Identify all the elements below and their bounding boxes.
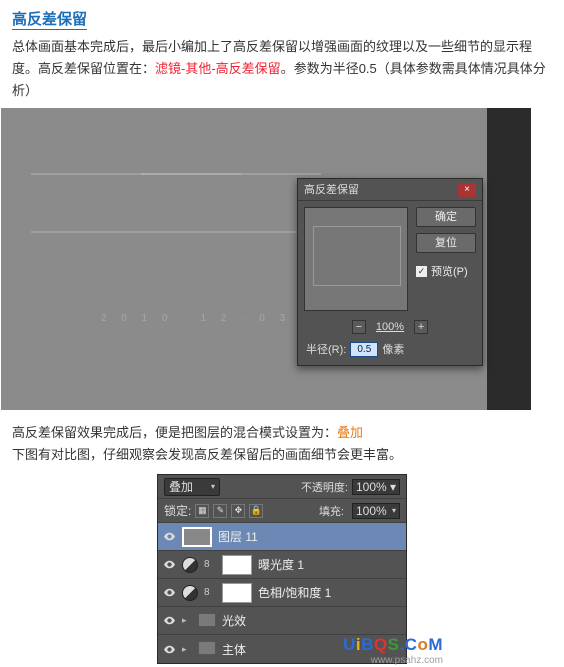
mask-thumb (222, 583, 252, 603)
canvas-outside-area (487, 108, 531, 410)
link-icon: 8 (204, 587, 216, 598)
intro-paragraph: 总体画面基本完成后，最后小编加上了高反差保留以增强画面的纹理以及一些细节的显示程… (12, 36, 552, 102)
mid-text-a: 高反差保留效果完成后，便是把图层的混合模式设置为： (12, 425, 337, 440)
preview-label: 预览(P) (431, 263, 468, 279)
checkbox-icon: ✓ (416, 266, 427, 277)
intro-highlight: 滤镜-其他-高反差保留 (155, 61, 281, 76)
zoom-out-button[interactable]: − (352, 320, 366, 334)
screenshot-highpass: 2 0 1 0 · 1 2 · 0 3 高反差保留 × 确定 复位 ✓ 预览(P… (1, 108, 531, 410)
radius-row: 半径(R): 0.5 像素 (298, 337, 482, 365)
layer-row[interactable]: 8 曝光度 1 (158, 551, 406, 579)
mid-text-b: 下图有对比图，仔细观察会发现高反差保留后的画面细节会更丰富。 (12, 444, 552, 466)
radius-label: 半径(R): (306, 341, 346, 357)
watermark: UiBQS.CoM www.psahz.com (343, 635, 443, 666)
opacity-label: 不透明度: (301, 479, 348, 495)
layer-row[interactable]: 8 色相/饱和度 1 (158, 579, 406, 607)
chevron-down-icon: ▾ (211, 482, 215, 491)
lock-label: 锁定: (164, 502, 191, 519)
dialog-preview (304, 207, 408, 311)
blend-mode-value: 叠加 (169, 478, 193, 495)
canvas-date-text: 2 0 1 0 · 1 2 · 0 3 (101, 313, 291, 324)
fill-input[interactable]: 100% ▾ (352, 503, 400, 519)
layer-name: 光效 (222, 612, 246, 629)
lock-brush-icon[interactable]: ✎ (213, 504, 227, 518)
reset-button[interactable]: 复位 (416, 233, 476, 253)
dialog-titlebar: 高反差保留 × (298, 179, 482, 201)
fill-value: 100% (356, 504, 387, 518)
visibility-toggle[interactable] (162, 558, 176, 572)
zoom-percent[interactable]: 100% (376, 321, 404, 333)
layer-row-selected[interactable]: 图层 11 (158, 523, 406, 551)
blend-opacity-row: 叠加 ▾ 不透明度: 100% ▾ (158, 475, 406, 499)
expand-icon[interactable]: ▸ (182, 615, 192, 626)
ok-button[interactable]: 确定 (416, 207, 476, 227)
layer-name: 色相/饱和度 1 (258, 584, 331, 601)
preview-checkbox[interactable]: ✓ 预览(P) (416, 263, 476, 279)
visibility-toggle[interactable] (162, 586, 176, 600)
mid-highlight: 叠加 (337, 425, 363, 440)
radius-unit: 像素 (382, 341, 404, 357)
visibility-toggle[interactable] (162, 642, 176, 656)
radius-input[interactable]: 0.5 (350, 342, 378, 357)
lock-pixels-icon[interactable]: ▦ (195, 504, 209, 518)
section-heading: 高反差保留 (12, 8, 87, 30)
fill-label: 填充: (319, 503, 344, 519)
watermark-sub: www.psahz.com (343, 655, 443, 667)
watermark-main: UiBQS.CoM (343, 635, 443, 655)
opacity-value: 100% (356, 480, 387, 494)
layer-group-row[interactable]: ▸ 光效 (158, 607, 406, 635)
folder-icon (198, 639, 216, 659)
layer-name: 曝光度 1 (258, 556, 304, 573)
expand-icon[interactable]: ▸ (182, 644, 192, 655)
layer-thumb (182, 527, 212, 547)
blend-mode-select[interactable]: 叠加 ▾ (164, 478, 220, 496)
lock-fill-row: 锁定: ▦ ✎ ✥ 🔒 填充: 100% ▾ (158, 499, 406, 523)
link-icon: 8 (204, 559, 216, 570)
layer-name: 主体 (222, 641, 246, 658)
visibility-toggle[interactable] (162, 530, 176, 544)
visibility-toggle[interactable] (162, 614, 176, 628)
close-icon[interactable]: × (458, 183, 476, 197)
zoom-row: − 100% + (298, 317, 482, 337)
highpass-dialog: 高反差保留 × 确定 复位 ✓ 预览(P) − 100% + 半径(R): 0.… (297, 178, 483, 366)
mid-paragraph: 高反差保留效果完成后，便是把图层的混合模式设置为：叠加 下图有对比图，仔细观察会… (12, 422, 552, 466)
dialog-title: 高反差保留 (304, 179, 359, 201)
mask-thumb (222, 555, 252, 575)
adjustment-icon (182, 557, 198, 573)
folder-icon (198, 611, 216, 631)
chevron-down-icon: ▾ (392, 506, 396, 515)
chevron-down-icon: ▾ (390, 480, 396, 494)
layer-name: 图层 11 (218, 528, 258, 545)
opacity-input[interactable]: 100% ▾ (352, 479, 400, 495)
zoom-in-button[interactable]: + (414, 320, 428, 334)
lock-move-icon[interactable]: ✥ (231, 504, 245, 518)
lock-all-icon[interactable]: 🔒 (249, 504, 263, 518)
adjustment-icon (182, 585, 198, 601)
